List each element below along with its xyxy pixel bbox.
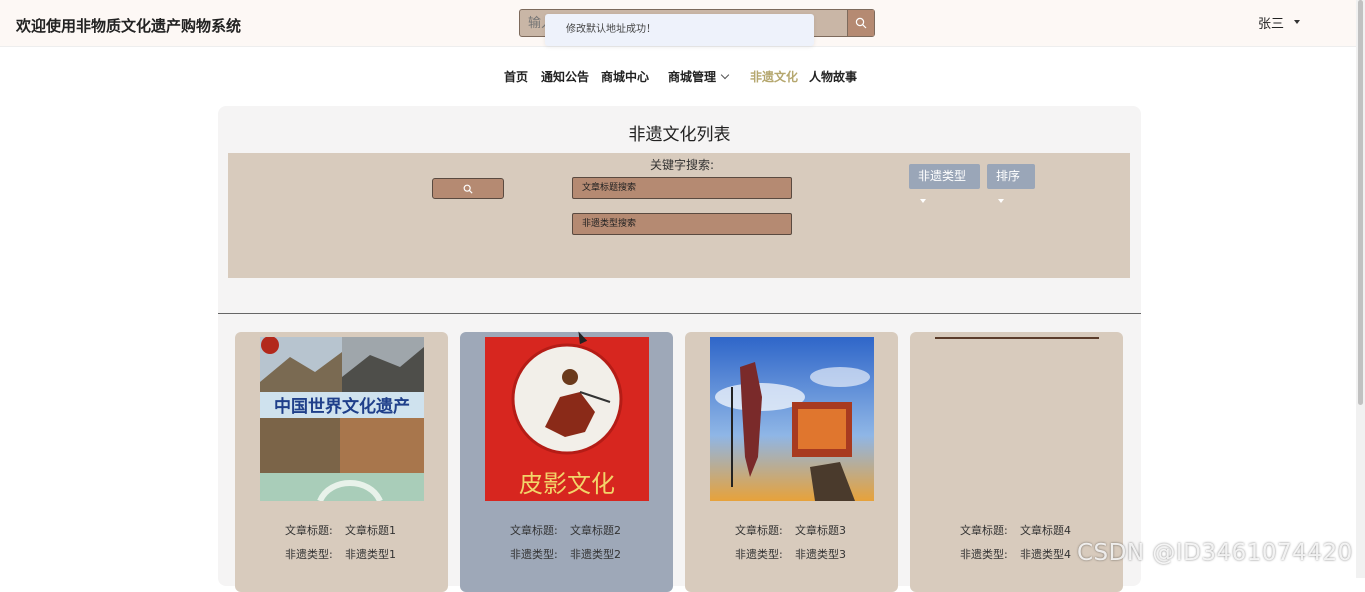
divider — [218, 313, 1141, 314]
image-placeholder — [935, 337, 1099, 339]
nav-item-mall-center[interactable]: 商城中心 — [601, 68, 649, 85]
filter-search-button[interactable] — [432, 178, 504, 199]
watermark: CSDN @ID3461074420 — [1077, 540, 1353, 566]
caret-down-icon — [920, 199, 926, 203]
image-caption: 皮影文化 — [519, 470, 615, 498]
article-card[interactable]: 文章标题: 文章标题3 非遗类型: 非遗类型3 — [685, 332, 898, 592]
article-card[interactable]: 中国世界文化遗产 文章标题: 文章标题1 非遗类型: 非遗类型1 — [235, 332, 448, 592]
field-type-label: 非遗类型: — [285, 548, 333, 561]
page-title: 非遗文化列表 — [628, 125, 731, 145]
nav-item-mall-manage-label: 商城管理 — [668, 70, 717, 84]
article-image[interactable] — [935, 337, 1099, 501]
content-panel: 非遗文化列表 关键字搜索: 文章标题搜索 非遗类型搜索 非遗类型 排序 中国世界… — [218, 106, 1141, 592]
chevron-down-icon — [720, 70, 730, 80]
main-nav: 首页 通知公告 商城中心 商城管理 非遗文化 人物故事 — [0, 68, 1365, 88]
puppet-sky-image — [710, 337, 874, 501]
nav-item-home[interactable]: 首页 — [504, 68, 528, 85]
sort-dropdown[interactable]: 排序 — [987, 164, 1035, 203]
card-type: 非遗类型3 — [795, 548, 846, 561]
search-icon — [463, 184, 473, 194]
nav-item-notices[interactable]: 通知公告 — [541, 68, 589, 85]
field-title-label: 文章标题: — [285, 524, 333, 537]
card-title: 文章标题3 — [795, 524, 846, 537]
field-type-label: 非遗类型: — [510, 548, 558, 561]
image-caption: 中国世界文化遗产 — [274, 396, 410, 417]
title-search-input[interactable]: 文章标题搜索 — [572, 177, 792, 199]
type-dropdown-label: 非遗类型 — [918, 169, 967, 183]
nav-item-people-stories[interactable]: 人物故事 — [809, 68, 857, 85]
card-type: 非遗类型2 — [570, 548, 621, 561]
caret-down-icon[interactable] — [1294, 20, 1300, 24]
article-image[interactable]: 皮影文化 — [485, 337, 649, 501]
type-dropdown[interactable]: 非遗类型 — [909, 164, 980, 203]
field-type-label: 非遗类型: — [960, 548, 1008, 561]
search-icon — [855, 17, 867, 29]
article-image[interactable] — [710, 337, 874, 501]
field-title-label: 文章标题: — [735, 524, 783, 537]
global-search-button[interactable] — [847, 10, 874, 36]
heritage-collage-image: 中国世界文化遗产 — [260, 337, 424, 501]
site-title: 欢迎使用非物质文化遗产购物系统 — [16, 17, 242, 35]
card-type: 非遗类型4 — [1020, 548, 1071, 561]
article-image[interactable]: 中国世界文化遗产 — [260, 337, 424, 501]
field-type-label: 非遗类型: — [735, 548, 783, 561]
scrollbar-thumb[interactable] — [1358, 0, 1363, 405]
article-card[interactable]: 皮影文化 文章标题: 文章标题2 非遗类型: 非遗类型2 — [460, 332, 673, 592]
card-title: 文章标题1 — [345, 524, 396, 537]
sort-dropdown-label: 排序 — [996, 169, 1021, 183]
toast-message: 修改默认地址成功！ — [545, 14, 814, 46]
keyword-label: 关键字搜索: — [650, 158, 715, 172]
nav-item-heritage-culture[interactable]: 非遗文化 — [750, 68, 798, 85]
type-search-input[interactable]: 非遗类型搜索 — [572, 213, 792, 235]
field-title-label: 文章标题: — [510, 524, 558, 537]
card-title: 文章标题4 — [1020, 524, 1071, 537]
field-title-label: 文章标题: — [960, 524, 1008, 537]
filter-area: 关键字搜索: 文章标题搜索 非遗类型搜索 非遗类型 排序 — [228, 153, 1130, 278]
caret-down-icon — [998, 199, 1004, 203]
card-type: 非遗类型1 — [345, 548, 396, 561]
nav-item-mall-manage[interactable]: 商城管理 — [668, 68, 730, 85]
card-title: 文章标题2 — [570, 524, 621, 537]
user-menu[interactable]: 张三 — [1258, 13, 1284, 32]
shadow-puppet-image: 皮影文化 — [485, 337, 649, 501]
